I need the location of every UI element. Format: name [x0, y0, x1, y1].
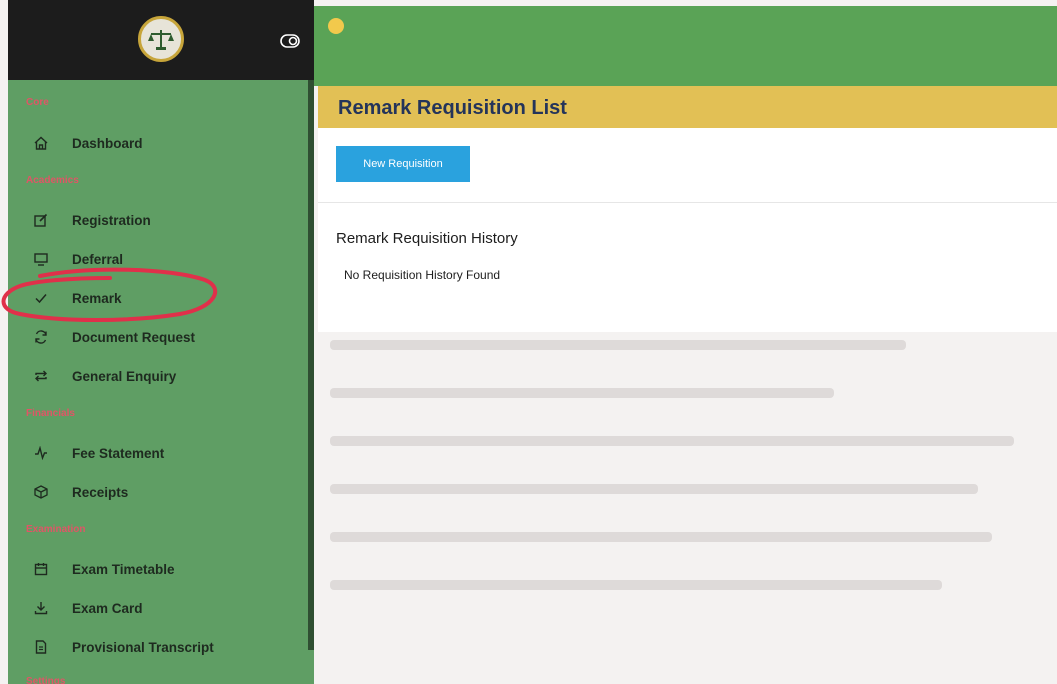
download-icon	[30, 600, 52, 616]
section-title-academics: Academics	[26, 175, 79, 186]
history-title: Remark Requisition History	[336, 230, 518, 247]
sidebar-item-receipts[interactable]: Receipts	[30, 480, 300, 504]
scales-icon	[148, 30, 174, 50]
sidebar-item-exam-card[interactable]: Exam Card	[30, 596, 300, 620]
home-icon	[30, 135, 52, 151]
requisition-card: New Requisition Remark Requisition Histo…	[318, 128, 1057, 332]
sidebar-item-label: Remark	[72, 290, 122, 306]
sidebar-item-provisional-transcript[interactable]: Provisional Transcript	[30, 635, 300, 659]
repeat-icon	[30, 368, 52, 384]
page-title: Remark Requisition List	[338, 97, 567, 119]
top-bar	[314, 6, 1057, 86]
notification-badge[interactable]	[328, 18, 344, 34]
sidebar-item-remark[interactable]: Remark	[30, 286, 300, 310]
sidebar-item-label: Dashboard	[72, 135, 143, 151]
sidebar: Core Dashboard Academics Registration De…	[8, 0, 314, 684]
sidebar-scrollbar[interactable]	[308, 80, 314, 650]
new-requisition-button[interactable]: New Requisition	[336, 146, 470, 182]
calendar-icon	[30, 561, 52, 577]
sidebar-item-label: Fee Statement	[72, 445, 165, 461]
history-empty-message: No Requisition History Found	[344, 268, 501, 282]
sidebar-brand	[8, 0, 314, 80]
document-icon	[30, 639, 52, 655]
sidebar-item-label: Registration	[72, 212, 151, 228]
sidebar-item-exam-timetable[interactable]: Exam Timetable	[30, 557, 300, 581]
section-title-settings: Settings	[26, 676, 66, 684]
monitor-icon	[30, 251, 52, 267]
sidebar-item-label: Receipts	[72, 484, 129, 500]
sidebar-item-general-enquiry[interactable]: General Enquiry	[30, 364, 300, 388]
sidebar-item-label: Provisional Transcript	[72, 639, 214, 655]
logo	[138, 16, 184, 62]
sidebar-item-dashboard[interactable]: Dashboard	[30, 131, 300, 155]
refresh-icon	[30, 329, 52, 345]
sidebar-item-registration[interactable]: Registration	[30, 208, 300, 232]
section-title-examination: Examination	[26, 524, 86, 535]
box-icon	[30, 484, 52, 500]
section-title-financials: Financials	[26, 408, 75, 419]
sidebar-item-label: Deferral	[72, 251, 124, 267]
section-title-core: Core	[26, 97, 49, 108]
toggle-icon	[280, 34, 300, 48]
check-icon	[30, 290, 52, 306]
sidebar-item-label: Document Request	[72, 329, 196, 345]
divider	[318, 202, 1057, 203]
sidebar-item-label: Exam Timetable	[72, 561, 175, 577]
sidebar-item-label: Exam Card	[72, 600, 143, 616]
background-texture	[330, 340, 1050, 680]
sidebar-toggle-button[interactable]	[280, 34, 300, 48]
sidebar-item-fee-statement[interactable]: Fee Statement	[30, 441, 300, 465]
activity-icon	[30, 445, 52, 461]
page-header: Remark Requisition List	[318, 86, 1057, 128]
edit-icon	[30, 212, 52, 228]
sidebar-item-document-request[interactable]: Document Request	[30, 325, 300, 349]
sidebar-item-label: General Enquiry	[72, 368, 177, 384]
sidebar-item-deferral[interactable]: Deferral	[30, 247, 300, 271]
